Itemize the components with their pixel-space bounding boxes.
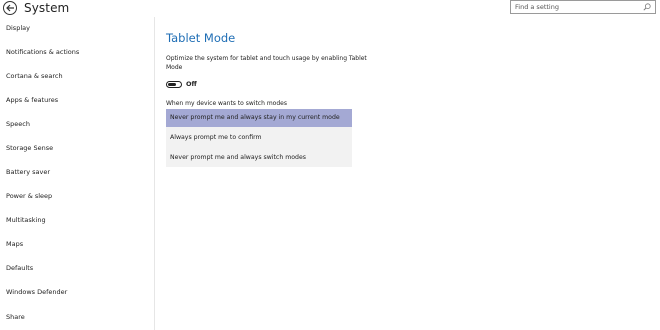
section-title: Tablet Mode — [166, 31, 236, 45]
back-arrow-icon — [5, 4, 14, 12]
sidebar-item-power-sleep[interactable]: Power & sleep — [6, 191, 52, 201]
sidebar-item-display[interactable]: Display — [6, 23, 30, 33]
option-stay-current-mode[interactable]: Never prompt me and always stay in my cu… — [166, 109, 352, 127]
switch-modes-dropdown: Never prompt me and always stay in my cu… — [166, 109, 352, 167]
search-icon[interactable] — [643, 3, 651, 11]
option-always-prompt[interactable]: Always prompt me to confirm — [166, 129, 352, 147]
sidebar-item-windows-defender[interactable]: Windows Defender — [6, 287, 67, 297]
sidebar-item-defaults[interactable]: Defaults — [6, 263, 33, 273]
option-always-switch[interactable]: Never prompt me and always switch modes — [166, 149, 352, 167]
back-button[interactable] — [3, 1, 17, 15]
main-content: Tablet Mode Optimize the system for tabl… — [166, 17, 660, 330]
header-bar: System — [0, 0, 660, 17]
sidebar-item-maps[interactable]: Maps — [6, 239, 23, 249]
tablet-mode-toggle[interactable] — [166, 81, 182, 88]
sidebar-item-storage-sense[interactable]: Storage Sense — [6, 143, 53, 153]
sidebar-item-multitasking[interactable]: Multitasking — [6, 215, 46, 225]
page-title: System — [24, 1, 70, 15]
sidebar: Display Notifications & actions Cortana … — [0, 17, 155, 330]
switch-modes-label: When my device wants to switch modes — [166, 100, 287, 107]
search-box[interactable] — [510, 0, 656, 14]
tablet-mode-description: Optimize the system for tablet and touch… — [166, 55, 367, 71]
sidebar-item-speech[interactable]: Speech — [6, 119, 30, 129]
sidebar-item-share[interactable]: Share — [6, 312, 25, 322]
sidebar-item-cortana-search[interactable]: Cortana & search — [6, 71, 63, 81]
search-input[interactable] — [511, 1, 635, 13]
sidebar-item-apps-features[interactable]: Apps & features — [6, 95, 58, 105]
sidebar-item-battery-saver[interactable]: Battery saver — [6, 167, 50, 177]
toggle-state-label: Off — [186, 80, 197, 88]
sidebar-item-notifications-actions[interactable]: Notifications & actions — [6, 47, 79, 57]
toggle-knob — [168, 82, 176, 86]
